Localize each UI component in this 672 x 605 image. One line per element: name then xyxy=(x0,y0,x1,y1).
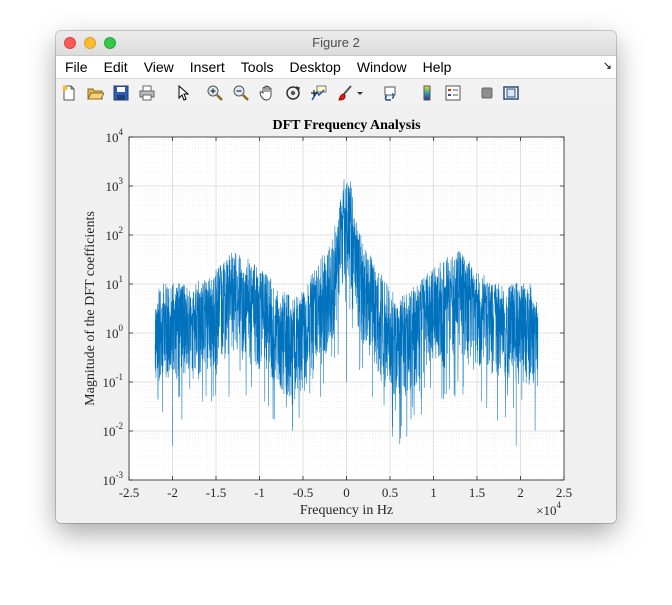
x-tick-label: 2 xyxy=(517,485,524,500)
print-icon[interactable] xyxy=(138,84,156,102)
menu-bar: File Edit View Insert Tools Desktop Wind… xyxy=(56,56,616,79)
y-tick-label: 103 xyxy=(106,176,124,194)
zoom-out-icon[interactable] xyxy=(232,84,250,102)
x-tick-label: 2.5 xyxy=(556,485,572,500)
plot-area: -2.5 -2 -1.5 -1 -0.5 0 0.5 1 1.5 2 2.5 10-3 10-2 10-1… xyxy=(56,106,616,523)
menu-desktop[interactable]: Desktop xyxy=(281,56,348,78)
link-plot-icon[interactable] xyxy=(382,84,400,102)
show-plot-tools-icon[interactable] xyxy=(502,84,520,102)
zoom-in-icon[interactable] xyxy=(206,84,224,102)
menu-tools[interactable]: Tools xyxy=(233,56,282,78)
window-title: Figure 2 xyxy=(312,35,360,50)
menu-view[interactable]: View xyxy=(136,56,182,78)
pan-hand-icon[interactable] xyxy=(258,84,276,102)
brush-icon[interactable] xyxy=(336,84,354,102)
figure-toolbar xyxy=(56,79,616,107)
dock-arrow-icon[interactable]: ↘ xyxy=(603,59,612,72)
brush-dropdown-icon[interactable] xyxy=(356,84,364,102)
chart-title: DFT Frequency Analysis xyxy=(272,118,421,133)
save-icon[interactable] xyxy=(112,84,130,102)
x-tick-label: 0.5 xyxy=(382,485,398,500)
x-tick-label: -1 xyxy=(254,485,265,500)
new-figure-icon[interactable] xyxy=(60,84,78,102)
x-tick-label: -0.5 xyxy=(293,485,314,500)
y-tick-label: 100 xyxy=(106,323,124,341)
x-axis-multiplier: ×104 xyxy=(536,500,561,518)
x-tick-label: 0 xyxy=(343,485,350,500)
y-tick-label: 102 xyxy=(106,225,124,243)
y-tick-label: 10-1 xyxy=(103,372,124,390)
x-tick-label: 1 xyxy=(430,485,437,500)
pointer-icon[interactable] xyxy=(174,84,192,102)
x-tick-label: 1.5 xyxy=(469,485,485,500)
title-bar[interactable]: Figure 2 xyxy=(56,31,616,56)
menu-insert[interactable]: Insert xyxy=(182,56,233,78)
x-tick-label: -1.5 xyxy=(206,485,227,500)
x-tick-label: -2 xyxy=(167,485,178,500)
colorbar-icon[interactable] xyxy=(418,84,436,102)
menu-window[interactable]: Window xyxy=(349,56,415,78)
menu-file[interactable]: File xyxy=(56,56,96,78)
y-tick-label: 10-2 xyxy=(103,421,124,439)
dft-chart[interactable]: -2.5 -2 -1.5 -1 -0.5 0 0.5 1 1.5 2 2.510-310-210-1… xyxy=(56,106,616,523)
hide-plot-tools-icon[interactable] xyxy=(478,84,496,102)
data-cursor-icon[interactable] xyxy=(310,84,328,102)
figure-window: Figure 2 File Edit View Insert Tools Des… xyxy=(56,31,616,523)
y-tick-label: 104 xyxy=(106,127,124,145)
legend-icon[interactable] xyxy=(444,84,462,102)
open-file-icon[interactable] xyxy=(86,84,104,102)
y-axis-label: Magnitude of the DFT coefficients xyxy=(83,211,98,406)
menu-edit[interactable]: Edit xyxy=(96,56,136,78)
rotate-3d-icon[interactable] xyxy=(284,84,302,102)
x-tick-label: -2.5 xyxy=(119,485,140,500)
menu-help[interactable]: Help xyxy=(415,56,460,78)
x-axis-label: Frequency in Hz xyxy=(300,503,393,518)
y-tick-label: 101 xyxy=(106,274,124,292)
